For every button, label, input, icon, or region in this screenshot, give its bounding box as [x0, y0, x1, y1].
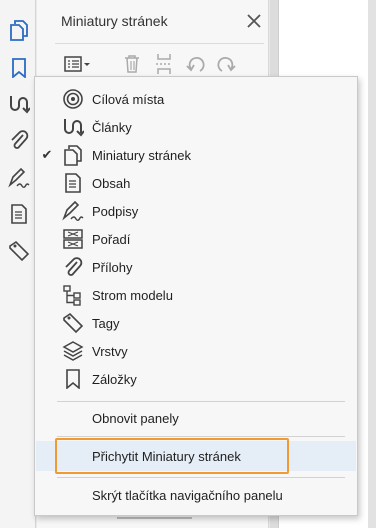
dock-thumbnails-label: Přichytit Miniatury stránek: [92, 448, 241, 464]
menu-divider: [57, 436, 345, 437]
menu-item-label: Přílohy: [92, 259, 133, 275]
panel-divider: [55, 43, 264, 44]
options-icon: [64, 56, 90, 72]
destinations-icon: [61, 87, 85, 111]
content-icon[interactable]: [6, 201, 32, 227]
menu-item-label: Záložky: [92, 371, 137, 387]
hide-nav-buttons-label: Skrýt tlačítka navigačního panelu: [92, 487, 283, 503]
menu-item-attachments[interactable]: Přílohy: [35, 253, 357, 281]
options-menu: Cílová místa Články ✔ Miniatury stránek …: [34, 76, 358, 516]
dock-thumbnails-item[interactable]: Přichytit Miniatury stránek: [36, 441, 356, 471]
menu-item-label: Cílová místa: [92, 91, 165, 107]
tags-icon[interactable]: [6, 238, 32, 264]
tags-icon: [61, 311, 85, 335]
hide-nav-buttons-item[interactable]: Skrýt tlačítka navigačního panelu: [35, 481, 357, 509]
close-panel-button[interactable]: [243, 10, 265, 32]
document-scrollbar[interactable]: [368, 0, 376, 528]
articles-icon: [61, 115, 85, 139]
reset-panels-item[interactable]: Obnovit panely: [35, 404, 357, 432]
menu-item-destinations[interactable]: Cílová místa: [35, 85, 357, 113]
order-icon: [61, 227, 85, 251]
attachment-icon: [61, 255, 85, 279]
menu-item-label: Podpisy: [92, 203, 139, 219]
layers-icon: [61, 339, 85, 363]
rotate-left-button[interactable]: [181, 50, 211, 78]
menu-divider: [57, 401, 345, 402]
menu-item-order[interactable]: Pořadí: [35, 225, 357, 253]
attachment-icon[interactable]: [6, 127, 32, 153]
navigation-rail: [0, 0, 36, 528]
menu-divider: [57, 477, 345, 478]
insert-page-icon: [156, 54, 172, 74]
menu-item-bookmarks[interactable]: Záložky: [35, 365, 357, 393]
page-thumbnails-icon[interactable]: [6, 17, 32, 43]
reset-panels-label: Obnovit panely: [92, 410, 179, 426]
menu-item-label: Články: [92, 119, 132, 135]
menu-item-page-thumbnails[interactable]: ✔ Miniatury stránek: [35, 141, 357, 169]
rotate-right-button[interactable]: [211, 50, 241, 78]
menu-item-model-tree[interactable]: Strom modelu: [35, 281, 357, 309]
menu-item-label: Obsah: [92, 175, 131, 191]
delete-button[interactable]: [117, 50, 147, 78]
close-icon: [247, 14, 261, 28]
menu-item-tags[interactable]: Tagy: [35, 309, 357, 337]
menu-item-layers[interactable]: Vrstvy: [35, 337, 357, 365]
checkmark-icon: ✔: [41, 147, 53, 162]
panel-resize-handle[interactable]: [117, 517, 192, 519]
rotate-right-icon: [217, 56, 236, 72]
signature-icon[interactable]: [6, 165, 32, 191]
panel-title: Miniatury stránek: [61, 13, 168, 29]
menu-item-label: Pořadí: [92, 231, 131, 247]
content-icon: [61, 171, 85, 195]
page-thumbnails-icon: [61, 143, 85, 167]
bookmark-icon[interactable]: [6, 55, 32, 81]
trash-icon: [125, 55, 139, 73]
bookmark-icon: [61, 367, 85, 391]
options-menu-button[interactable]: [63, 50, 93, 78]
rotate-left-icon: [186, 56, 205, 72]
articles-icon[interactable]: [6, 91, 32, 117]
menu-item-label: Vrstvy: [92, 343, 128, 359]
menu-item-content[interactable]: Obsah: [35, 169, 357, 197]
model-tree-icon: [61, 283, 85, 307]
menu-item-signatures[interactable]: Podpisy: [35, 197, 357, 225]
insert-page-button[interactable]: [149, 50, 179, 78]
menu-item-label: Strom modelu: [92, 287, 173, 303]
menu-item-label: Tagy: [92, 315, 120, 331]
signature-icon: [61, 199, 85, 223]
menu-item-articles[interactable]: Články: [35, 113, 357, 141]
menu-item-label: Miniatury stránek: [92, 147, 191, 163]
